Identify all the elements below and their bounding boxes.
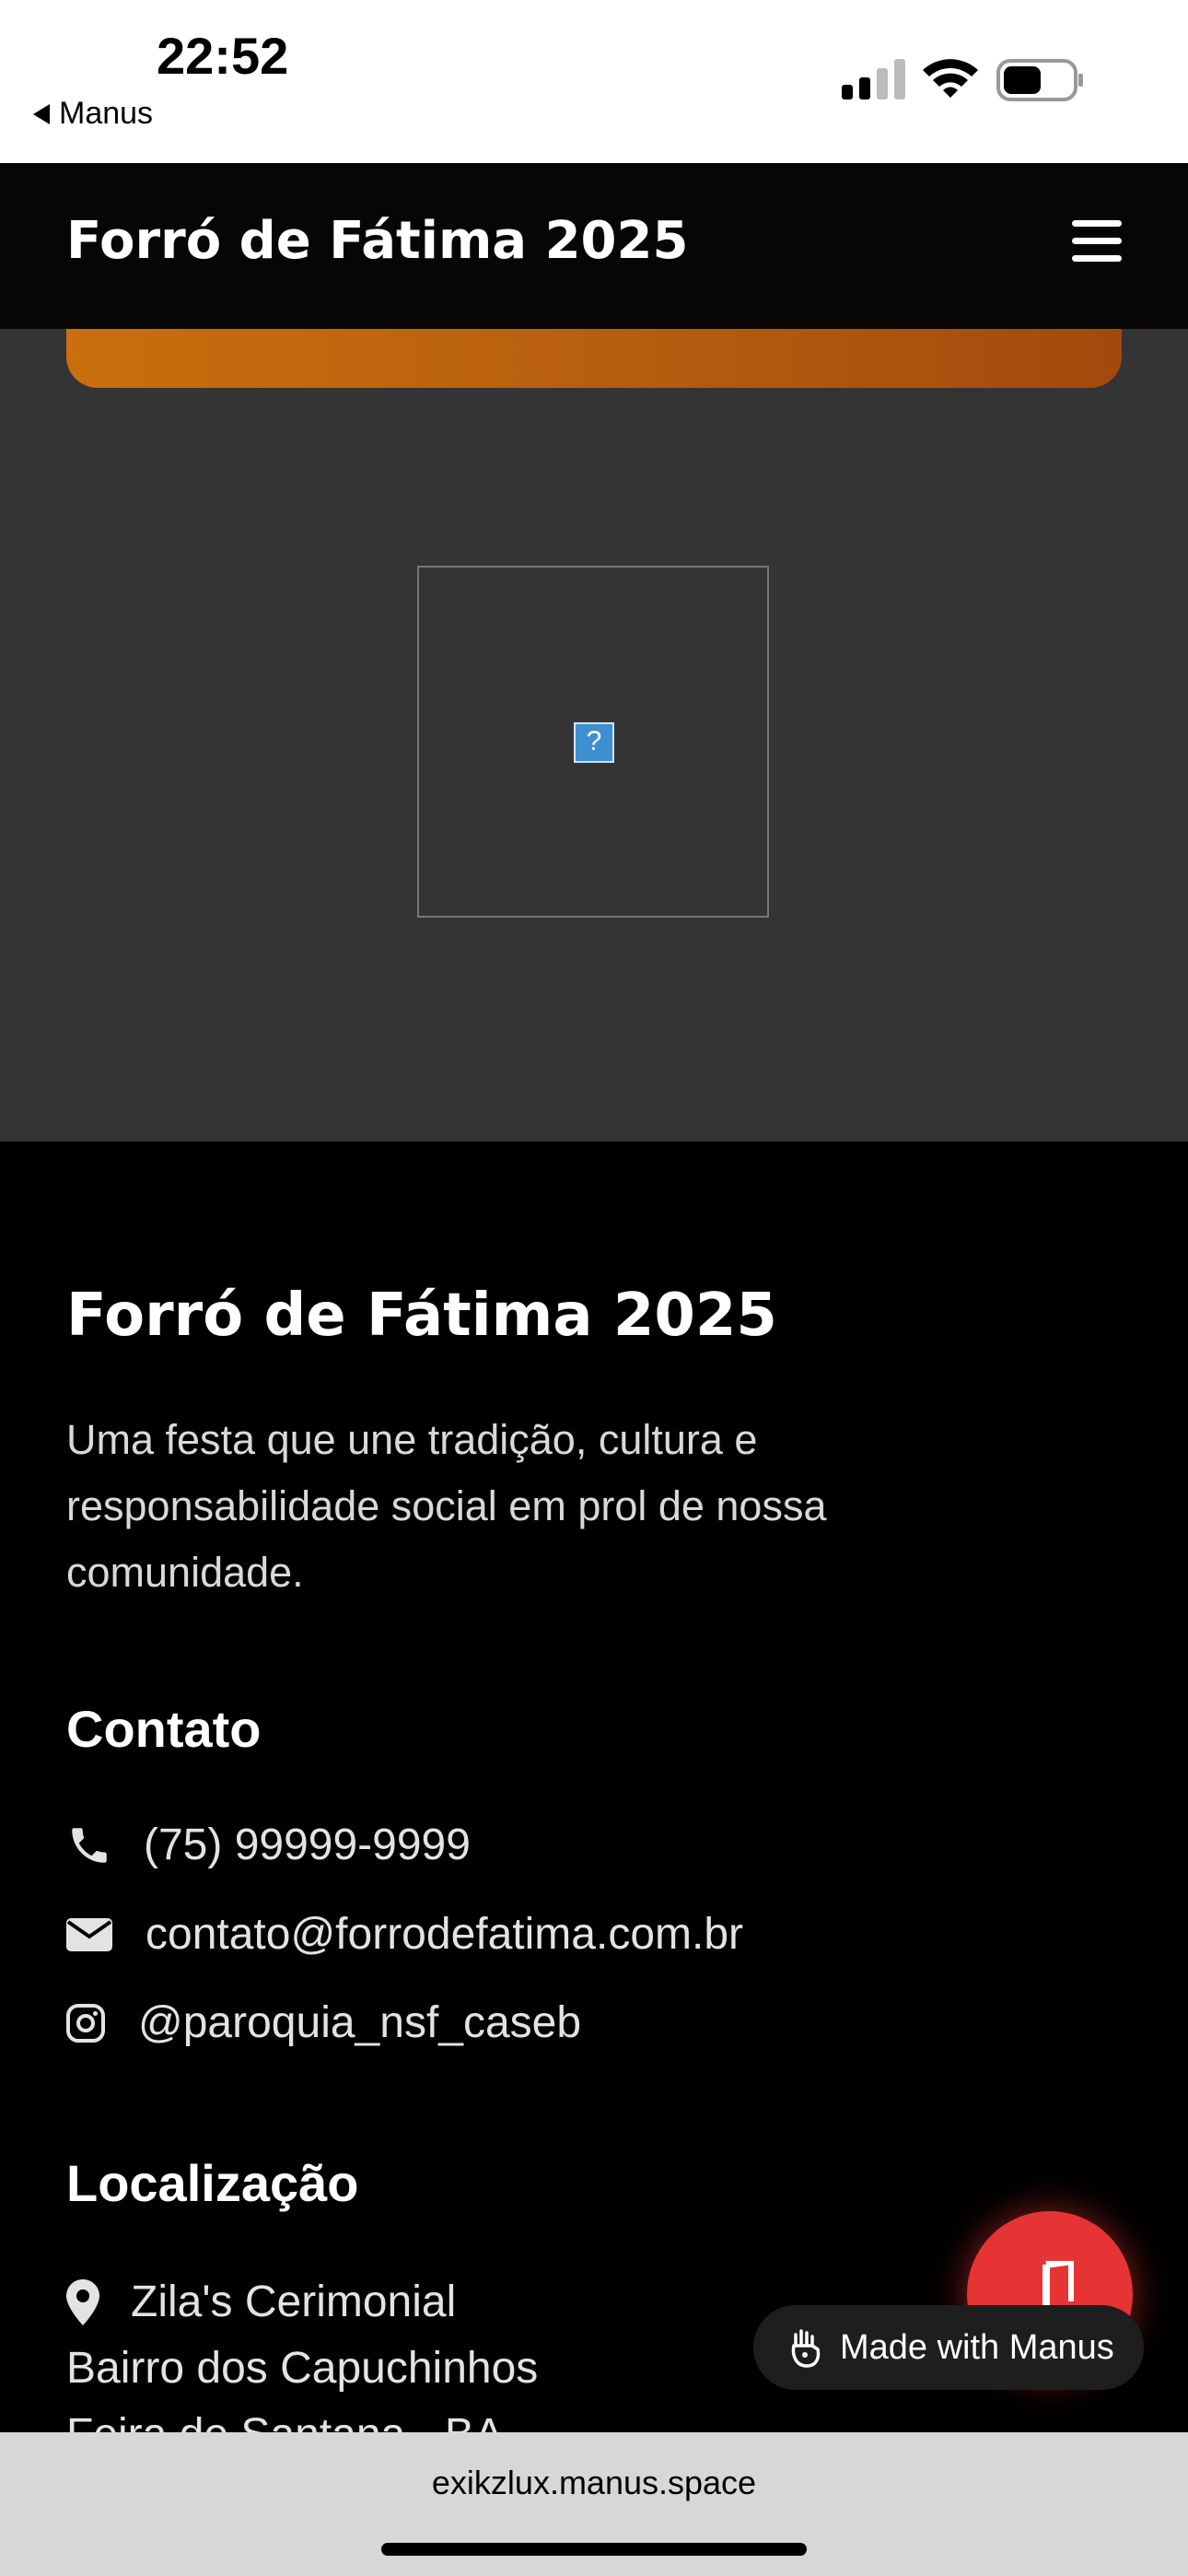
contact-email[interactable]: contato@forrodefatima.com.br [66, 1909, 743, 1960]
content-section: ? [0, 329, 1188, 1142]
location-heading: Localização [66, 2154, 359, 2212]
broken-image-placeholder: ? [417, 566, 769, 918]
phone-number: (75) 99999-9999 [144, 1821, 471, 1869]
made-with-manus-badge[interactable]: Made with Manus [753, 2305, 1144, 2390]
venue-name: Zila's Cerimonial [131, 2277, 457, 2326]
status-bar: 22:52 Manus [0, 0, 1188, 163]
contact-phone[interactable]: (75) 99999-9999 [66, 1820, 471, 1870]
footer-description: Uma festa que une tradição, cultura e re… [66, 1416, 827, 1596]
instagram-handle: @paroquia_nsf_caseb [138, 1998, 582, 2047]
site-title[interactable]: Forró de Fátima 2025 [66, 211, 688, 271]
status-time: 22:52 [157, 27, 289, 85]
hamburger-icon-line [1072, 220, 1122, 227]
back-to-app-link[interactable]: Manus [33, 96, 153, 132]
hamburger-icon-line [1072, 255, 1122, 262]
url-text[interactable]: exikzlux.manus.space [0, 2464, 1188, 2502]
wifi-icon [923, 59, 978, 98]
hamburger-icon-line [1072, 238, 1122, 244]
orange-banner-bottom [66, 329, 1122, 388]
browser-url-bar[interactable]: exikzlux.manus.space [0, 2432, 1188, 2576]
phone-icon [72, 1827, 107, 1863]
hamburger-menu-button[interactable] [1072, 220, 1122, 263]
map-pin-icon [66, 2279, 99, 2325]
back-app-label: Manus [59, 96, 154, 131]
battery-icon [996, 59, 1083, 101]
location-neighborhood: Bairro dos Capuchinhos [66, 2344, 539, 2393]
manus-hand-icon [791, 2329, 821, 2368]
footer-title: Forró de Fátima 2025 [66, 1282, 777, 1350]
location-venue: Zila's Cerimonial [66, 2269, 456, 2336]
site-header: Forró de Fátima 2025 [0, 163, 1188, 329]
envelope-icon [66, 1917, 112, 1951]
back-arrow-icon [33, 103, 50, 124]
instagram-icon [66, 2003, 105, 2043]
broken-image-icon: ? [574, 722, 614, 763]
contact-heading: Contato [66, 1700, 262, 1758]
home-indicator [381, 2543, 807, 2556]
contact-instagram[interactable]: @paroquia_nsf_caseb [66, 1997, 581, 2048]
cellular-signal-icon [842, 59, 905, 100]
badge-label: Made with Manus [840, 2327, 1114, 2367]
email-address: contato@forrodefatima.com.br [146, 1910, 744, 1959]
